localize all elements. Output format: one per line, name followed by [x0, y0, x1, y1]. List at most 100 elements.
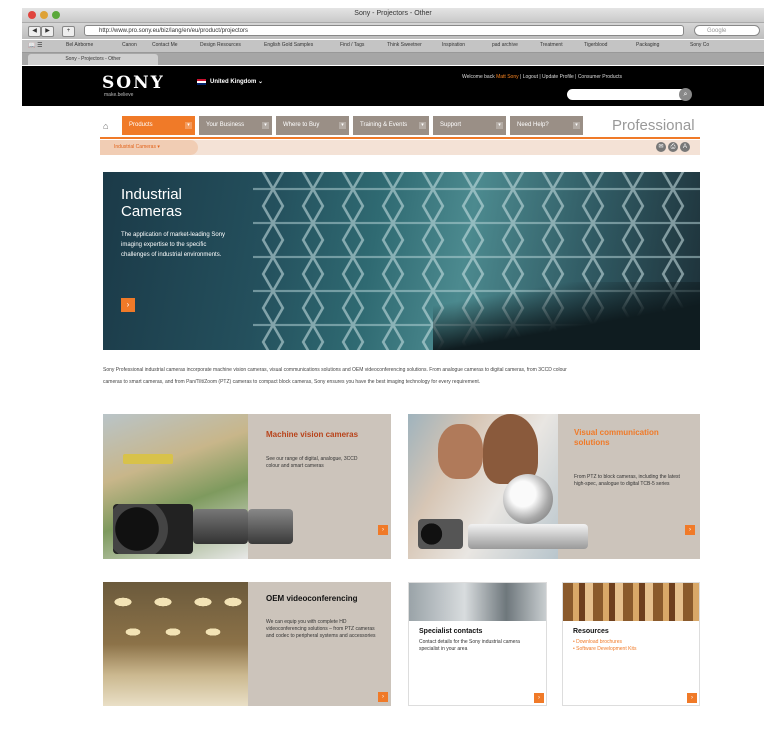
card-text: We can equip you with complete HD videoc…	[266, 619, 376, 639]
bookmark-item[interactable]: Bel Airborne	[66, 42, 93, 48]
subnav-industrial-cameras[interactable]: Industrial Cameras ▾	[100, 140, 198, 155]
chevron-down-icon: ▾	[339, 122, 346, 129]
card-title[interactable]: Resources	[573, 627, 693, 637]
nav-your-business[interactable]: Your Business ▾	[199, 116, 272, 135]
share-icon[interactable]: ✉	[656, 142, 666, 152]
tagline: make.believe	[104, 92, 134, 98]
link-label: Software Development Kits	[576, 646, 637, 652]
chevron-down-icon: ▾	[157, 144, 160, 150]
back-button[interactable]: ◀	[28, 26, 41, 37]
camera-image	[418, 519, 463, 549]
chevron-down-icon: ▾	[573, 122, 580, 129]
bookmarks-bar: 📖 ☰ Bel Airborne Canon Contact Me Design…	[22, 40, 764, 53]
bookmark-item[interactable]: English Gold Samples	[264, 42, 313, 48]
nav-underline	[100, 137, 700, 139]
bookmarks-book-icon[interactable]: 📖 ☰	[28, 42, 43, 49]
bookmark-item[interactable]: Tigerblood	[584, 42, 607, 48]
card-arrow-button[interactable]: ›	[378, 525, 388, 535]
hero-banner: Industrial Cameras The application of ma…	[103, 172, 700, 350]
nav-where-to-buy[interactable]: Where to Buy ▾	[276, 116, 349, 135]
hero-title: Industrial Cameras	[121, 186, 182, 220]
uk-flag-icon	[197, 79, 206, 85]
bookmark-item[interactable]: pad archive	[492, 42, 518, 48]
nav-label: Your Business	[206, 122, 245, 128]
bookmark-item[interactable]: Sony Co	[690, 42, 709, 48]
home-icon[interactable]: ⌂	[103, 121, 108, 131]
download-brochures-link[interactable]: • Download brochures	[573, 639, 693, 646]
visual-communication-card[interactable]: Visual communication solutions From PTZ …	[408, 414, 700, 559]
intro-paragraph: Sony Professional industrial cameras inc…	[103, 367, 567, 385]
region-selector[interactable]: United Kingdom ⌄	[210, 78, 263, 85]
print-icon[interactable]: ⎙	[668, 142, 678, 152]
nav-products[interactable]: Products ▾	[122, 116, 195, 135]
person-face-shape	[438, 424, 483, 479]
window-title: Sony - Projectors - Other	[354, 10, 432, 17]
browser-search-field[interactable]: Google	[694, 25, 760, 36]
region-label: United Kingdom	[210, 79, 257, 85]
card-arrow-button[interactable]: ›	[378, 692, 388, 702]
account-links: Welcome back Matt Sony | Logout | Update…	[462, 74, 622, 80]
nav-label: Need Help?	[517, 122, 549, 128]
sony-logo[interactable]: SONY	[102, 73, 165, 93]
card-text: From PTZ to block cameras, including the…	[574, 474, 680, 487]
sdk-link[interactable]: • Software Development Kits	[573, 646, 698, 653]
oem-hall-image	[103, 582, 248, 706]
professional-brand: Professional	[612, 117, 695, 134]
site-header: SONY make.believe United Kingdom ⌄ Welco…	[22, 66, 764, 106]
hero-image-floor	[433, 282, 700, 350]
bookmark-item[interactable]: Find / Tags	[340, 42, 364, 48]
nav-label: Training & Events	[360, 122, 408, 128]
add-bookmark-button[interactable]: +	[62, 26, 75, 37]
card-title[interactable]: Specialist contacts	[419, 627, 539, 637]
nav-training-events[interactable]: Training & Events ▾	[353, 116, 429, 135]
oem-videoconferencing-card[interactable]: OEM videoconferencing We can equip you w…	[103, 582, 391, 706]
ptz-camera-head	[503, 474, 553, 524]
bookmark-item[interactable]: Design Resources	[200, 42, 241, 48]
bookmark-item[interactable]: Inspiration	[442, 42, 465, 48]
nav-need-help[interactable]: Need Help? ▾	[510, 116, 583, 135]
site-search-input[interactable]	[567, 89, 687, 100]
camera-lens-image	[113, 504, 193, 554]
hero-more-button[interactable]: ›	[121, 298, 135, 312]
user-name-link[interactable]: Matt Sony	[496, 74, 519, 80]
specialist-contacts-card[interactable]: Specialist contacts Contact details for …	[408, 582, 547, 706]
card-arrow-button[interactable]: ›	[534, 693, 544, 703]
nav-label: Where to Buy	[283, 122, 320, 128]
bookmark-item[interactable]: Canon	[122, 42, 137, 48]
window-titlebar: Sony - Projectors - Other	[22, 8, 764, 23]
hero-text: The application of market-leading Sony i…	[121, 232, 226, 258]
subnav-bar: Industrial Cameras ▾ ✉ ⎙ A	[100, 140, 700, 155]
subnav-label: Industrial Cameras	[114, 144, 156, 150]
card-title[interactable]: Visual communication solutions	[574, 428, 684, 448]
resources-image	[563, 583, 699, 621]
card-title[interactable]: OEM videoconferencing	[266, 594, 376, 604]
bookmark-item[interactable]: Think Sweetner	[387, 42, 422, 48]
machine-vision-card[interactable]: Machine vision cameras See our range of …	[103, 414, 391, 559]
resources-card[interactable]: Resources • Download brochures • Softwar…	[562, 582, 700, 706]
nav-label: Products	[129, 122, 153, 128]
nav-label: Support	[440, 122, 462, 128]
camera-body-image	[248, 509, 293, 544]
card-arrow-button[interactable]: ›	[687, 693, 697, 703]
nav-support[interactable]: Support ▾	[433, 116, 506, 135]
account-links-text[interactable]: | Logout | Update Profile | Consumer Pro…	[520, 74, 622, 80]
tab-bar: Sony - Projectors - Other	[22, 53, 764, 65]
search-icon[interactable]: ⌕	[679, 88, 692, 101]
card-text: See our range of digital, analogue, 3CCD…	[266, 456, 358, 469]
url-field[interactable]: http://www.pro.sony.eu/biz/lang/en/eu/pr…	[84, 25, 684, 36]
bookmark-item[interactable]: Packaging	[636, 42, 659, 48]
bookmark-item[interactable]: Treatment	[540, 42, 563, 48]
chevron-down-icon: ▾	[496, 122, 503, 129]
specialist-image	[409, 583, 546, 621]
card-arrow-button[interactable]: ›	[685, 525, 695, 535]
chevron-down-icon: ▾	[262, 122, 269, 129]
card-title[interactable]: Machine vision cameras	[266, 430, 376, 440]
link-label: Download brochures	[576, 639, 622, 645]
text-size-icon[interactable]: A	[680, 142, 690, 152]
chevron-down-icon: ▾	[419, 122, 426, 129]
chevron-down-icon: ⌄	[258, 79, 264, 85]
forward-button[interactable]: ▶	[41, 26, 54, 37]
welcome-text: Welcome back	[462, 74, 495, 80]
bookmark-item[interactable]: Contact Me	[152, 42, 178, 48]
browser-tab[interactable]: Sony - Projectors - Other	[28, 54, 158, 65]
